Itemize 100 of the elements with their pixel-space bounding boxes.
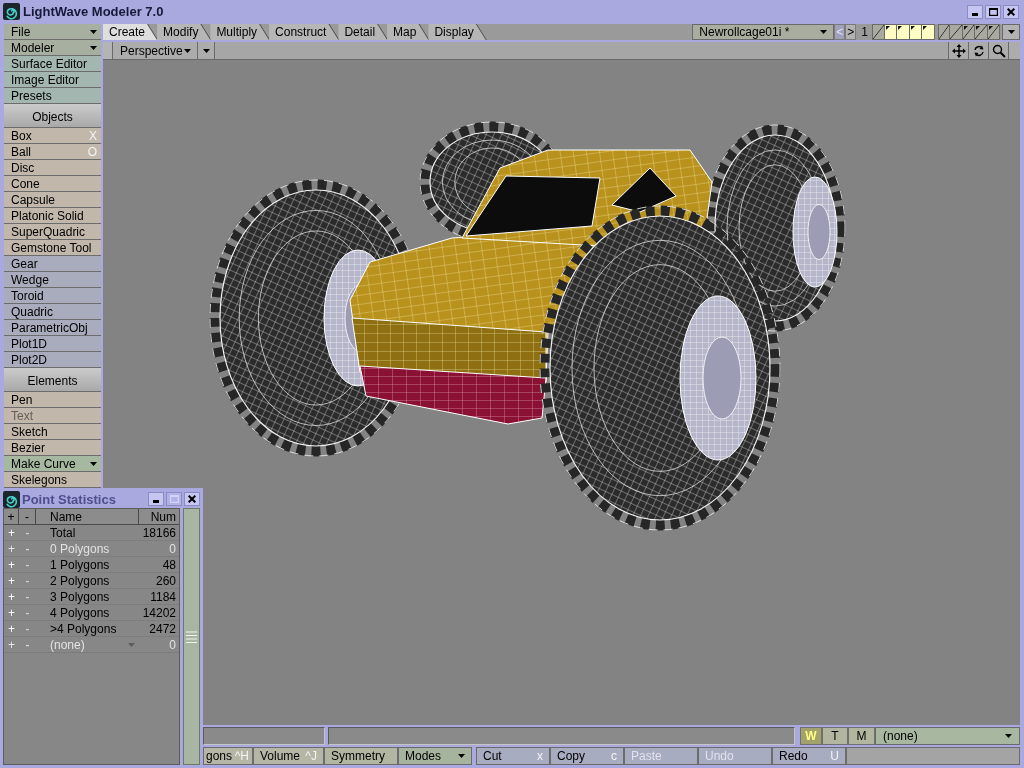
input-field[interactable] — [328, 727, 795, 745]
tab[interactable]: Modify — [157, 24, 211, 40]
tool-button[interactable]: Platonic Solid — [4, 208, 101, 224]
maximize-button[interactable] — [985, 4, 1001, 19]
tool-button[interactable]: Gear — [4, 256, 101, 272]
tab[interactable]: Multiply — [210, 24, 270, 40]
maximize-icon — [169, 495, 179, 503]
stat-count: 0 — [168, 541, 177, 556]
stat-name: 3 Polygons — [49, 589, 111, 604]
tool-button[interactable]: Toroid — [4, 288, 101, 304]
dropdown-menu-button[interactable]: Modes — [398, 747, 472, 765]
tool-button[interactable]: Redo U — [772, 747, 846, 765]
dropdown-menu-button[interactable]: File — [4, 24, 101, 40]
caret-down-icon — [202, 48, 210, 53]
tool-button[interactable]: Surface Editor — [4, 56, 101, 72]
app-logo-icon — [3, 490, 20, 508]
tool-button[interactable]: Volume ^J — [253, 747, 324, 765]
column-header: Name — [36, 509, 139, 524]
layer-button[interactable] — [922, 24, 935, 40]
tool-button[interactable]: Image Editor — [4, 72, 101, 88]
close-button[interactable] — [1003, 4, 1019, 19]
move-view-button[interactable] — [948, 42, 968, 59]
select-points-button[interactable]: + — [4, 557, 19, 572]
shortcut-hint: O — [87, 145, 97, 158]
maximize-icon — [988, 7, 998, 16]
layer-button[interactable] — [975, 24, 988, 40]
layer-menu-button[interactable] — [1002, 24, 1020, 40]
tool-button[interactable]: Presets — [4, 88, 101, 104]
tool-button[interactable]: SuperQuadric — [4, 224, 101, 240]
window-title: LightWave Modeler 7.0 — [23, 5, 164, 18]
stat-count: 14202 — [141, 605, 177, 620]
shortcut-hint: c — [611, 750, 617, 762]
dropdown-menu-button[interactable]: Modeler — [4, 40, 101, 56]
tool-button[interactable]: Sketch — [4, 424, 101, 440]
panel-title: Point Statistics — [22, 492, 116, 506]
section-header: Elements — [4, 368, 101, 392]
minimize-button[interactable] — [967, 4, 983, 19]
tab[interactable]: Map — [387, 24, 429, 40]
stat-name: 4 Polygons — [49, 605, 111, 620]
layer-select-dropdown[interactable]: (none) — [875, 727, 1020, 745]
dropdown-menu-button[interactable]: Make Curve — [4, 456, 101, 472]
shortcut-hint: X — [89, 129, 97, 142]
tool-button[interactable]: Wedge — [4, 272, 101, 288]
magnifier-icon — [991, 43, 1006, 58]
four-way-arrow-icon — [951, 43, 966, 58]
minimize-icon — [972, 12, 978, 16]
grip-icon — [186, 630, 197, 643]
tab[interactable]: Detail — [338, 24, 388, 40]
object-dropdown[interactable]: Newrollcage01i * — [692, 24, 835, 40]
rotate-arrows-icon — [971, 43, 986, 58]
tab[interactable]: Construct — [269, 24, 339, 40]
column-header: + — [4, 509, 19, 524]
tool-button[interactable]: Skelegons — [4, 472, 101, 488]
tool-button[interactable]: Copy c — [550, 747, 624, 765]
tool-button[interactable]: Pen — [4, 392, 101, 408]
layer-bank-number: 1 — [860, 24, 869, 40]
tool-button[interactable]: Symmetry — [324, 747, 398, 765]
tool-button[interactable]: Ball O — [4, 144, 101, 160]
minimize-button[interactable] — [148, 492, 164, 506]
tool-button[interactable]: Cone — [4, 176, 101, 192]
close-icon — [1007, 7, 1015, 16]
caret-down-icon — [90, 461, 97, 466]
input-field[interactable] — [203, 727, 325, 745]
tool-button[interactable]: Plot1D — [4, 336, 101, 352]
tool-button[interactable]: gons ^H — [203, 747, 253, 765]
select-points-button[interactable]: + — [4, 525, 19, 540]
stat-count: 2472 — [148, 621, 177, 636]
tool-button[interactable]: Plot2D — [4, 352, 101, 368]
rotate-view-button[interactable] — [968, 42, 988, 59]
tool-button[interactable]: Box X — [4, 128, 101, 144]
select-points-button[interactable]: + — [4, 573, 19, 588]
mode-toggle-button[interactable]: T — [822, 727, 848, 745]
scrollbar[interactable] — [183, 508, 200, 765]
select-points-button[interactable]: + — [4, 605, 19, 620]
column-header: Num — [149, 509, 177, 524]
select-points-button[interactable]: + — [4, 589, 19, 604]
mode-toggle-button[interactable]: M — [848, 727, 875, 745]
tool-button[interactable]: Quadric — [4, 304, 101, 320]
tool-button[interactable]: Disc — [4, 160, 101, 176]
view-menu-button[interactable] — [198, 42, 215, 59]
select-points-button[interactable]: + — [4, 621, 19, 636]
tab[interactable]: Display — [428, 24, 486, 40]
stat-name: 0 Polygons — [49, 541, 111, 556]
column-header: - — [19, 509, 36, 524]
layer-button[interactable] — [897, 24, 910, 40]
tool-button[interactable]: Gemstone Tool — [4, 240, 101, 256]
tool-button[interactable]: Capsule — [4, 192, 101, 208]
viewport-corner-button[interactable] — [103, 42, 113, 59]
tool-button[interactable]: Cut x — [476, 747, 550, 765]
tab[interactable]: Create — [103, 24, 158, 40]
view-type-dropdown[interactable]: Perspective — [113, 42, 198, 59]
tool-button[interactable]: Bezier — [4, 440, 101, 456]
caret-down-icon — [184, 48, 191, 53]
next-bank-button[interactable]: > — [845, 24, 857, 40]
close-button[interactable] — [184, 492, 200, 506]
shortcut-hint: x — [537, 750, 543, 762]
stat-count: 48 — [161, 557, 177, 572]
tool-button[interactable]: ParametricObj — [4, 320, 101, 336]
zoom-view-button[interactable] — [988, 42, 1008, 59]
shortcut-hint: ^J — [305, 750, 317, 762]
